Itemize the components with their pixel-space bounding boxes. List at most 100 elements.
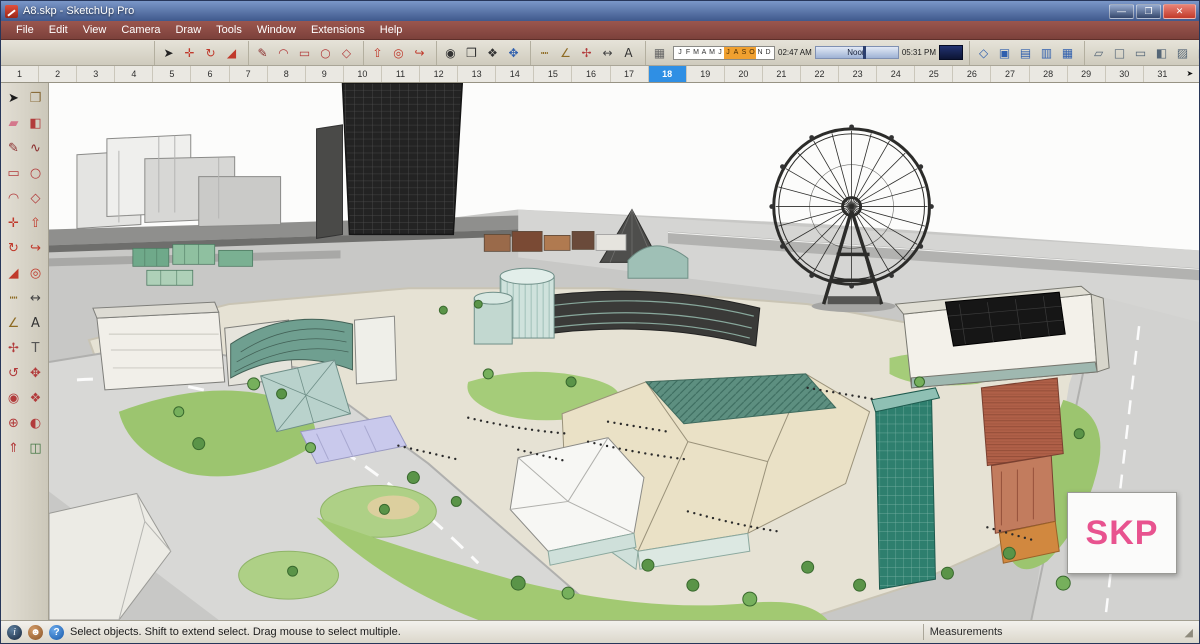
day-5[interactable]: 5 [152,66,190,82]
menu-tools[interactable]: Tools [209,22,249,38]
zoom-extents-tool-button[interactable]: ❖ [482,42,503,63]
freehand-tool-button[interactable]: ∿ [25,136,46,161]
zoom-tool-button[interactable]: ◉ [440,42,461,63]
rotate-tool-button[interactable]: ↻ [3,236,24,261]
day-7[interactable]: 7 [228,66,267,82]
day-3[interactable]: 3 [76,66,114,82]
user-icon[interactable]: ☻ [28,624,43,640]
measurements-input[interactable] [1008,624,1179,640]
axes-tool-button[interactable]: ✢ [576,42,597,63]
close-button[interactable]: ✕ [1163,3,1196,19]
position-camera-tool-button[interactable]: ⊕ [3,411,24,436]
move-tool-button[interactable]: ✛ [3,211,24,236]
axes-tool-button[interactable]: ✢ [3,336,24,361]
day-27[interactable]: 27 [990,66,1028,82]
rotate-tool-button[interactable]: ↻ [200,42,221,63]
polygon-tool-button[interactable]: ◇ [336,42,357,63]
day-11[interactable]: 11 [380,66,419,82]
menu-draw[interactable]: Draw [168,22,208,38]
move-tool-button[interactable]: ✛ [179,42,200,63]
day-10[interactable]: 10 [342,66,381,82]
iso-view-button[interactable]: ◇ [973,42,994,63]
day-2[interactable]: 2 [38,66,76,82]
day-13[interactable]: 13 [457,66,495,82]
day-22[interactable]: 22 [799,66,838,82]
menu-window[interactable]: Window [250,22,303,38]
menu-extensions[interactable]: Extensions [304,22,372,38]
dimension-tool-button[interactable]: ↔ [597,42,618,63]
menu-edit[interactable]: Edit [42,22,75,38]
text-tool-button[interactable]: A [25,311,46,336]
day-9[interactable]: 9 [304,66,343,82]
day-15[interactable]: 15 [533,66,571,82]
arc-tool-button[interactable]: ◠ [3,186,24,211]
day-26[interactable]: 26 [952,66,990,82]
pan-tool-button[interactable]: ✥ [503,42,524,63]
menu-help[interactable]: Help [373,22,410,38]
orbit-tool-button[interactable]: ↺ [3,361,24,386]
menu-camera[interactable]: Camera [114,22,167,38]
viewport[interactable]: SKP [49,83,1199,620]
tape-measure-tool-button[interactable]: ┉ [534,42,555,63]
make-component-tool-button[interactable]: ❐ [25,86,46,111]
circle-tool-button[interactable]: ○ [25,161,46,186]
minimize-button[interactable]: — [1109,3,1134,19]
wireframe-style-button[interactable]: □ [1109,42,1130,63]
viewport-3d-scene[interactable] [49,83,1199,620]
day-28[interactable]: 28 [1028,66,1067,82]
offset-tool-button[interactable]: ◎ [25,261,46,286]
eraser-tool-button[interactable]: ▰ [3,111,24,136]
text-tool-button[interactable]: A [618,42,639,63]
day-25[interactable]: 25 [914,66,952,82]
day-16[interactable]: 16 [571,66,609,82]
paint-bucket-tool-button[interactable]: ◧ [25,111,46,136]
xray-style-button[interactable]: ▱ [1088,42,1109,63]
polygon-tool-button[interactable]: ◇ [25,186,46,211]
maximize-button[interactable]: ❐ [1136,3,1161,19]
hidden-line-style-button[interactable]: ▭ [1130,42,1151,63]
day-4[interactable]: 4 [114,66,152,82]
select-tool-button[interactable]: ➤ [3,86,24,111]
help-icon[interactable]: ? [49,624,64,640]
zoom-extents-tool-button[interactable]: ❖ [25,386,46,411]
day-24[interactable]: 24 [876,66,914,82]
menu-file[interactable]: File [9,22,41,38]
day-8[interactable]: 8 [266,66,305,82]
walk-tool-button[interactable]: ⇑ [3,436,24,461]
day-29[interactable]: 29 [1066,66,1105,82]
shadow-month-slider[interactable]: JFMAMJJASOND [673,45,775,60]
resize-grip-icon[interactable]: ◢ [1185,626,1193,639]
monochrome-style-button[interactable]: ◨ [1193,42,1199,63]
scale-tool-button[interactable]: ◢ [3,261,24,286]
day-20[interactable]: 20 [723,66,762,82]
day-21[interactable]: 21 [761,66,800,82]
look-around-tool-button[interactable]: ◐ [25,411,46,436]
protractor-tool-button[interactable]: ∠ [555,42,576,63]
line-tool-button[interactable]: ✎ [252,42,273,63]
textured-style-button[interactable]: ▨ [1172,42,1193,63]
follow-me-tool-button[interactable]: ↪ [409,42,430,63]
day-31[interactable]: 31 [1142,66,1181,82]
front-view-button[interactable]: ▤ [1015,42,1036,63]
top-view-button[interactable]: ▣ [994,42,1015,63]
pan-tool-button[interactable]: ✥ [25,361,46,386]
circle-tool-button[interactable]: ○ [315,42,336,63]
scale-tool-button[interactable]: ◢ [221,42,242,63]
follow-me-tool-button[interactable]: ↪ [25,236,46,261]
shaded-style-button[interactable]: ◧ [1151,42,1172,63]
day-14[interactable]: 14 [495,66,533,82]
tape-measure-tool-button[interactable]: ┉ [3,286,24,311]
arc-tool-button[interactable]: ◠ [273,42,294,63]
select-tool-button[interactable]: ➤ [158,42,179,63]
day-19[interactable]: 19 [685,66,724,82]
right-view-button[interactable]: ▥ [1036,42,1057,63]
day-12[interactable]: 12 [419,66,457,82]
shadow-toggle-button[interactable]: ▦ [649,42,670,63]
day-6[interactable]: 6 [190,66,228,82]
rectangle-tool-button[interactable]: ▭ [3,161,24,186]
dimension-tool-button[interactable]: ↔ [25,286,46,311]
3d-text-tool-button[interactable]: T [25,336,46,361]
menu-view[interactable]: View [76,22,114,38]
back-view-button[interactable]: ▦ [1057,42,1078,63]
rectangle-tool-button[interactable]: ▭ [294,42,315,63]
